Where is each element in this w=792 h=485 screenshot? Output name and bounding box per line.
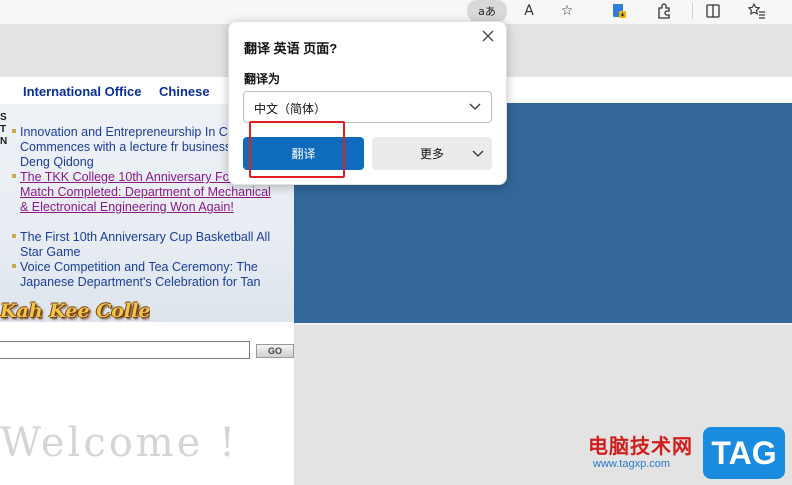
highlight-annotation (249, 121, 345, 178)
welcome-text: Welcome ! (0, 420, 239, 466)
news-bullet-icon (12, 129, 16, 133)
read-aloud-icon[interactable]: A (514, 0, 544, 22)
nav-link-international-office[interactable]: International Office (23, 84, 141, 99)
news-bullet-icon (12, 234, 16, 238)
more-button[interactable]: 更多 (372, 137, 492, 170)
search-input[interactable] (0, 341, 250, 359)
nav-link-chinese[interactable]: Chinese (159, 84, 210, 99)
popup-title: 翻译 英语 页面? (244, 41, 338, 56)
close-icon[interactable] (478, 28, 498, 48)
watermark-site-name: 电脑技术网 (588, 436, 693, 458)
news-bullet-icon (12, 264, 16, 268)
split-screen-icon[interactable] (698, 0, 728, 22)
news-sidebar-label: S T N (0, 112, 8, 147)
translate-icon[interactable]: aあ (467, 0, 507, 22)
extension-download-icon[interactable] (604, 0, 634, 22)
news-bullet-icon (12, 174, 16, 178)
toolbar-separator (692, 3, 693, 19)
chevron-down-icon (472, 150, 484, 157)
translate-to-label: 翻译为 (244, 72, 281, 86)
news-item[interactable]: Voice Competition and Tea Ceremony: The … (20, 260, 282, 290)
language-select[interactable]: 中文（简体） (243, 91, 492, 123)
go-button[interactable]: GO (256, 344, 294, 358)
extensions-icon[interactable] (649, 0, 679, 22)
favorites-list-icon[interactable] (742, 0, 772, 22)
panel-divider (294, 323, 792, 325)
college-banner: Kah Kee College (0, 300, 150, 322)
watermark-url: www.tagxp.com (593, 458, 671, 470)
favorite-star-icon[interactable]: ☆ (552, 0, 582, 22)
chevron-down-icon (469, 103, 481, 110)
language-select-value: 中文（简体） (254, 102, 327, 116)
news-item[interactable]: The First 10th Anniversary Cup Basketbal… (20, 230, 282, 260)
more-button-label: 更多 (419, 147, 444, 161)
watermark-tag-logo: TAG (703, 427, 785, 479)
